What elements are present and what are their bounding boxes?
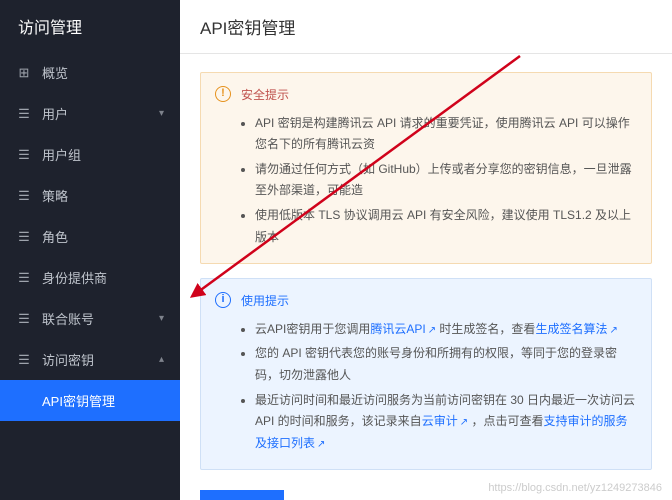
signature-doc-link[interactable]: 生成签名算法: [535, 322, 607, 336]
audit-link[interactable]: 云审计: [422, 414, 458, 428]
warning-item: 请勿通过任何方式（如 GitHub）上传或者分享您的密钥信息，一旦泄露至外部渠道…: [255, 159, 637, 202]
info-item: 云API密钥用于您调用腾讯云API↗ 时生成签名，查看生成签名算法↗: [255, 319, 637, 341]
key-icon: ☰: [16, 352, 32, 368]
main-content: API密钥管理 ! 安全提示 API 密钥是构建腾讯云 API 请求的重要凭证，…: [180, 0, 672, 500]
idp-icon: ☰: [16, 270, 32, 286]
info-item: 最近访问时间和最近访问服务为当前访问密钥在 30 日内最近一次访问云 API 的…: [255, 390, 637, 455]
sidebar-item-label: 用户: [42, 104, 68, 123]
role-icon: ☰: [16, 229, 32, 245]
external-link-icon: ↗: [460, 417, 468, 428]
sidebar-item-policies[interactable]: ☰ 策略: [0, 175, 180, 216]
sidebar-item-api-keys[interactable]: API密钥管理: [0, 380, 180, 421]
group-icon: ☰: [16, 147, 32, 163]
sidebar-item-label: API密钥管理: [42, 391, 115, 410]
chevron-down-icon: ▾: [159, 108, 164, 119]
link-icon: ☰: [16, 311, 32, 327]
sidebar-item-label: 访问密钥: [42, 350, 94, 369]
sidebar-item-federated[interactable]: ☰ 联合账号 ▾: [0, 298, 180, 339]
sidebar-item-label: 概览: [42, 63, 68, 82]
sidebar-item-usergroups[interactable]: ☰ 用户组: [0, 134, 180, 175]
info-item: 您的 API 密钥代表您的账号身份和所拥有的权限，等同于您的登录密码，切勿泄露他…: [255, 343, 637, 386]
external-link-icon: ↗: [609, 325, 617, 336]
policy-icon: ☰: [16, 188, 32, 204]
security-warning-panel: ! 安全提示 API 密钥是构建腾讯云 API 请求的重要凭证，使用腾讯云 AP…: [200, 72, 652, 264]
sidebar-item-users[interactable]: ☰ 用户 ▾: [0, 93, 180, 134]
sidebar-item-label: 联合账号: [42, 309, 94, 328]
chevron-down-icon: ▾: [159, 313, 164, 324]
sidebar-item-label: 用户组: [42, 145, 81, 164]
page-title: API密钥管理: [180, 0, 672, 53]
sidebar: 访问管理 ⊞ 概览 ☰ 用户 ▾ ☰ 用户组 ☰ 策略 ☰ 角色 ☰ 身份提供商 ☰ 联合账号 ▾…: [0, 0, 180, 500]
info-icon: i: [215, 292, 231, 308]
external-link-icon: ↗: [317, 439, 325, 450]
api-doc-link[interactable]: 腾讯云API: [370, 322, 425, 336]
grid-icon: ⊞: [16, 65, 32, 81]
sidebar-item-overview[interactable]: ⊞ 概览: [0, 52, 180, 93]
sidebar-item-label: 角色: [42, 227, 68, 246]
warning-title: 安全提示: [241, 85, 637, 107]
user-icon: ☰: [16, 106, 32, 122]
info-title: 使用提示: [241, 291, 637, 313]
sidebar-title: 访问管理: [0, 0, 180, 52]
sidebar-item-label: 身份提供商: [42, 268, 107, 287]
chevron-up-icon: ▴: [159, 354, 164, 365]
sidebar-item-accesskeys[interactable]: ☰ 访问密钥 ▴: [0, 339, 180, 380]
sidebar-item-roles[interactable]: ☰ 角色: [0, 216, 180, 257]
external-link-icon: ↗: [428, 325, 436, 336]
usage-info-panel: i 使用提示 云API密钥用于您调用腾讯云API↗ 时生成签名，查看生成签名算法…: [200, 278, 652, 470]
new-key-button[interactable]: 新建密钥: [200, 490, 284, 500]
sidebar-item-idp[interactable]: ☰ 身份提供商: [0, 257, 180, 298]
warning-item: API 密钥是构建腾讯云 API 请求的重要凭证，使用腾讯云 API 可以操作您…: [255, 113, 637, 156]
sidebar-item-label: 策略: [42, 186, 68, 205]
watermark: https://blog.csdn.net/yz1249273846: [488, 482, 662, 494]
divider: [180, 53, 672, 54]
warning-icon: !: [215, 86, 231, 102]
warning-item: 使用低版本 TLS 协议调用云 API 有安全风险，建议使用 TLS1.2 及以…: [255, 205, 637, 248]
